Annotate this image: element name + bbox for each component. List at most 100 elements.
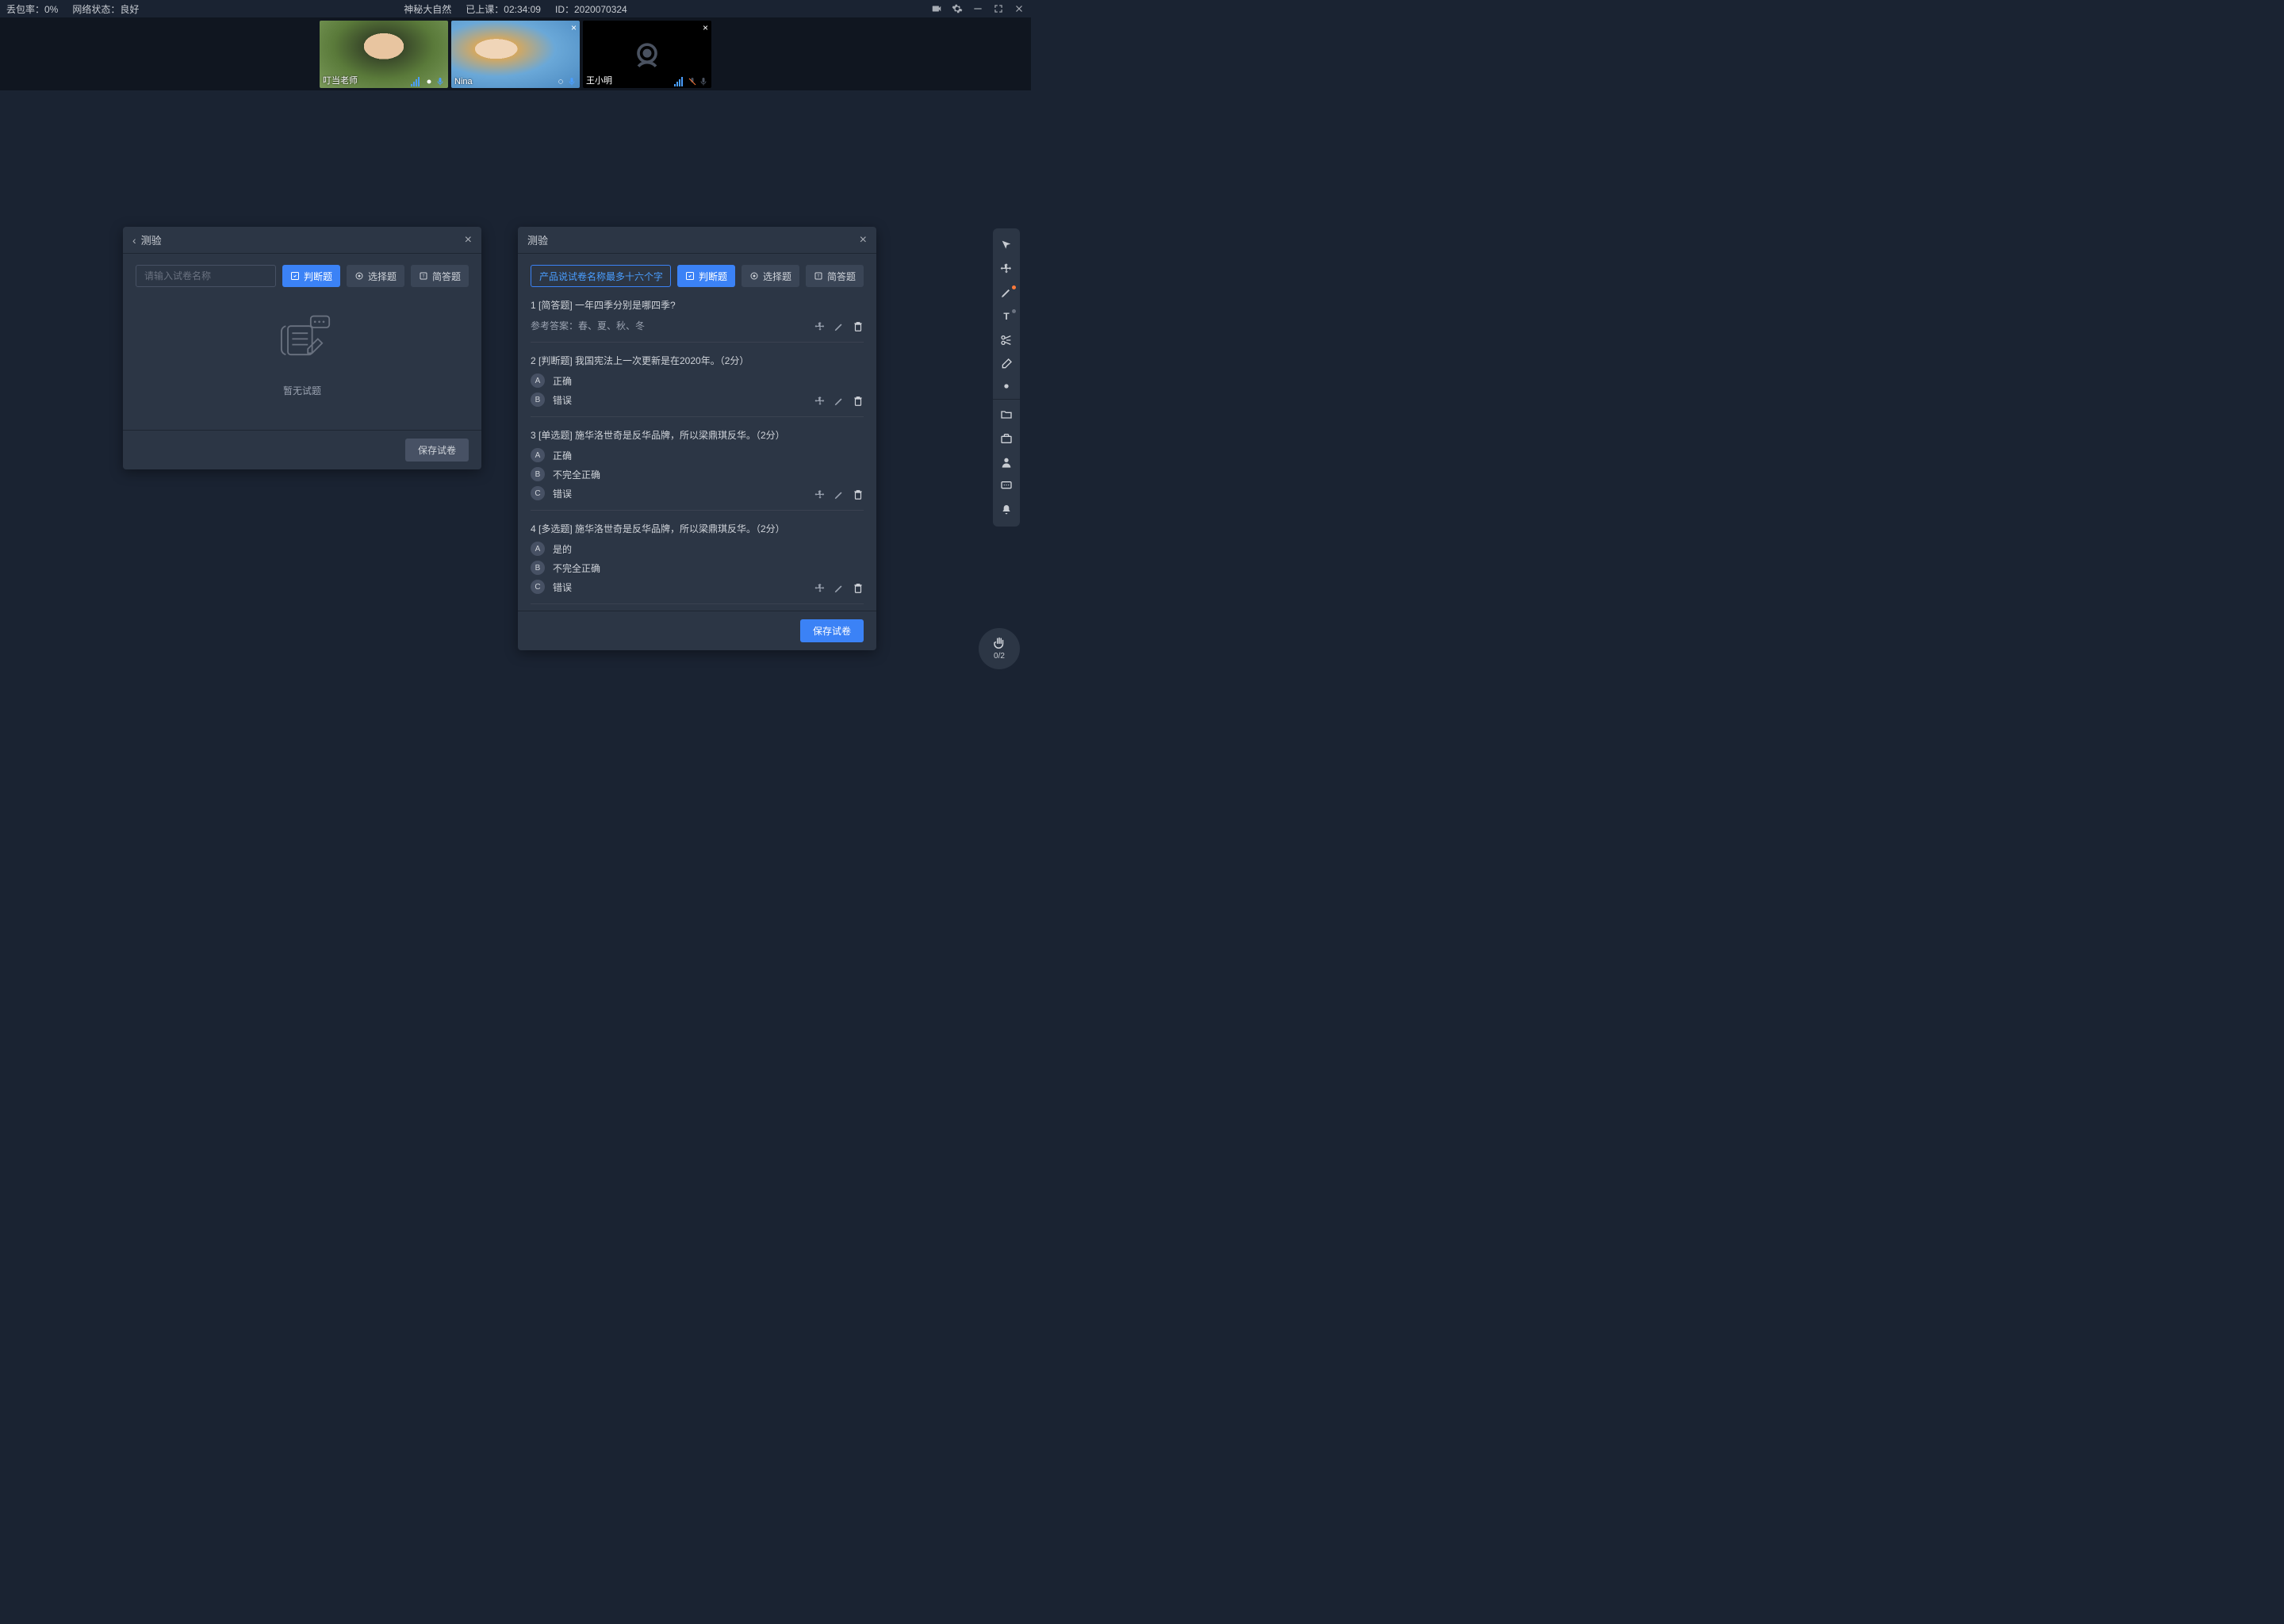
delete-icon[interactable]: [853, 583, 864, 594]
empty-text: 暂无试题: [283, 384, 321, 397]
cursor-tool-icon[interactable]: [993, 233, 1020, 257]
save-quiz-button[interactable]: 保存试卷: [800, 619, 864, 642]
add-short-button[interactable]: T 简答题: [806, 265, 864, 287]
option-text: 错误: [553, 580, 572, 594]
right-toolbar: T: [993, 228, 1020, 527]
empty-illustration-icon: [266, 306, 338, 377]
move-icon[interactable]: [814, 321, 826, 332]
option-badge: A: [531, 542, 545, 556]
add-choice-button[interactable]: 选择题: [347, 265, 404, 287]
badge-icon: [424, 77, 434, 86]
video-tile-teacher[interactable]: 叮当老师: [320, 21, 448, 88]
question-option[interactable]: B不完全正确: [531, 467, 864, 481]
option-text: 错误: [553, 487, 572, 500]
eraser-tool-icon[interactable]: [993, 352, 1020, 376]
bell-tool-icon[interactable]: [993, 498, 1020, 522]
network-status: 网络状态：良好: [72, 2, 139, 16]
option-text: 错误: [553, 393, 572, 407]
option-text: 不完全正确: [553, 561, 600, 575]
close-video-icon[interactable]: ×: [571, 22, 577, 33]
content-area: ‹ 测验 × 判断题 选择题 T 简答题: [0, 90, 1031, 733]
move-icon[interactable]: [814, 396, 826, 407]
question-actions: [814, 583, 864, 594]
delete-icon[interactable]: [853, 489, 864, 500]
option-badge: C: [531, 486, 545, 500]
save-quiz-button[interactable]: 保存试卷: [405, 439, 469, 462]
option-badge: C: [531, 580, 545, 594]
option-text: 正确: [553, 449, 572, 462]
packet-loss: 丢包率：0%: [6, 2, 58, 16]
add-judge-button[interactable]: 判断题: [677, 265, 735, 287]
question-block: 3 [单选题] 施华洛世奇是反华品牌，所以梁鼎琪反华。（2分）A正确B不完全正确…: [531, 428, 864, 511]
video-tile-student[interactable]: × Nina: [451, 21, 580, 88]
text-tool-icon[interactable]: T: [993, 304, 1020, 328]
move-icon[interactable]: [814, 489, 826, 500]
move-tool-icon[interactable]: [993, 257, 1020, 281]
hand-raise-count: 0/2: [994, 652, 1005, 661]
question-actions: [814, 321, 864, 332]
delete-icon[interactable]: [853, 321, 864, 332]
question-option[interactable]: A正确: [531, 373, 864, 388]
minimize-icon[interactable]: [972, 3, 983, 14]
badge-icon: [556, 77, 565, 86]
brightness-tool-icon[interactable]: [993, 376, 1020, 400]
empty-state: 暂无试题: [136, 298, 469, 397]
svg-text:T: T: [1003, 311, 1010, 322]
add-judge-button[interactable]: 判断题: [282, 265, 340, 287]
class-elapsed: 已上课：02:34:09: [466, 2, 541, 16]
option-text: 是的: [553, 542, 572, 556]
panel-title: 测验: [141, 232, 162, 247]
chat-tool-icon[interactable]: [993, 474, 1020, 498]
add-choice-button[interactable]: 选择题: [742, 265, 799, 287]
question-option[interactable]: A正确: [531, 448, 864, 462]
mic-icon[interactable]: [567, 77, 577, 86]
question-title: 1 [简答题] 一年四季分别是哪四季?: [531, 298, 864, 312]
hand-raise-button[interactable]: 0/2: [979, 628, 1020, 669]
volume-indicator: [674, 77, 683, 86]
class-title: 神秘大自然: [404, 2, 451, 16]
camera-toggle-icon[interactable]: [931, 3, 942, 14]
reference-answer: 参考答案：春、夏、秋、冬: [531, 319, 645, 332]
video-tile-student[interactable]: × 王小明: [583, 21, 711, 88]
question-option[interactable]: B错误: [531, 393, 864, 407]
question-option[interactable]: C 错误: [531, 580, 864, 594]
close-panel-icon[interactable]: ×: [465, 233, 472, 247]
move-icon[interactable]: [814, 583, 826, 594]
mic-icon[interactable]: [699, 77, 708, 86]
question-option[interactable]: C 错误: [531, 486, 864, 500]
scissors-tool-icon[interactable]: [993, 328, 1020, 352]
option-badge: A: [531, 373, 545, 388]
question-title: 2 [判断题] 我国宪法上一次更新是在2020年。（2分）: [531, 354, 864, 367]
close-panel-icon[interactable]: ×: [860, 233, 867, 247]
edit-icon[interactable]: [834, 489, 845, 500]
question-actions: [814, 396, 864, 407]
close-window-icon[interactable]: [1014, 3, 1025, 14]
toolbox-tool-icon[interactable]: [993, 427, 1020, 450]
quiz-name-input[interactable]: [136, 265, 276, 287]
pen-tool-icon[interactable]: [993, 281, 1020, 304]
video-row: 叮当老师 × Nina × 王小明: [0, 17, 1031, 90]
folder-tool-icon[interactable]: [993, 403, 1020, 427]
delete-icon[interactable]: [853, 396, 864, 407]
question-block: 1 [简答题] 一年四季分别是哪四季? 参考答案：春、夏、秋、冬: [531, 298, 864, 343]
close-video-icon[interactable]: ×: [703, 22, 708, 33]
user-tool-icon[interactable]: [993, 450, 1020, 474]
mic-icon[interactable]: [435, 77, 445, 86]
question-option[interactable]: B不完全正确: [531, 561, 864, 575]
settings-icon[interactable]: [952, 3, 963, 14]
edit-icon[interactable]: [834, 396, 845, 407]
svg-text:T: T: [817, 274, 819, 279]
edit-icon[interactable]: [834, 583, 845, 594]
back-icon[interactable]: ‹: [132, 234, 136, 247]
option-badge: B: [531, 467, 545, 481]
session-id: ID：2020070324: [555, 2, 627, 16]
mic-muted-icon[interactable]: [688, 77, 697, 86]
quiz-panel-empty: ‹ 测验 × 判断题 选择题 T 简答题: [123, 227, 481, 469]
quiz-name-input[interactable]: [531, 265, 671, 287]
add-short-button[interactable]: T 简答题: [411, 265, 469, 287]
edit-icon[interactable]: [834, 321, 845, 332]
question-option[interactable]: A 是的: [531, 542, 864, 556]
question-block: 4 [多选题] 施华洛世奇是反华品牌，所以梁鼎琪反华。（2分） A 是的 B不完全正确…: [531, 522, 864, 604]
question-title: 4 [多选题] 施华洛世奇是反华品牌，所以梁鼎琪反华。（2分）: [531, 522, 864, 535]
maximize-icon[interactable]: [993, 3, 1004, 14]
